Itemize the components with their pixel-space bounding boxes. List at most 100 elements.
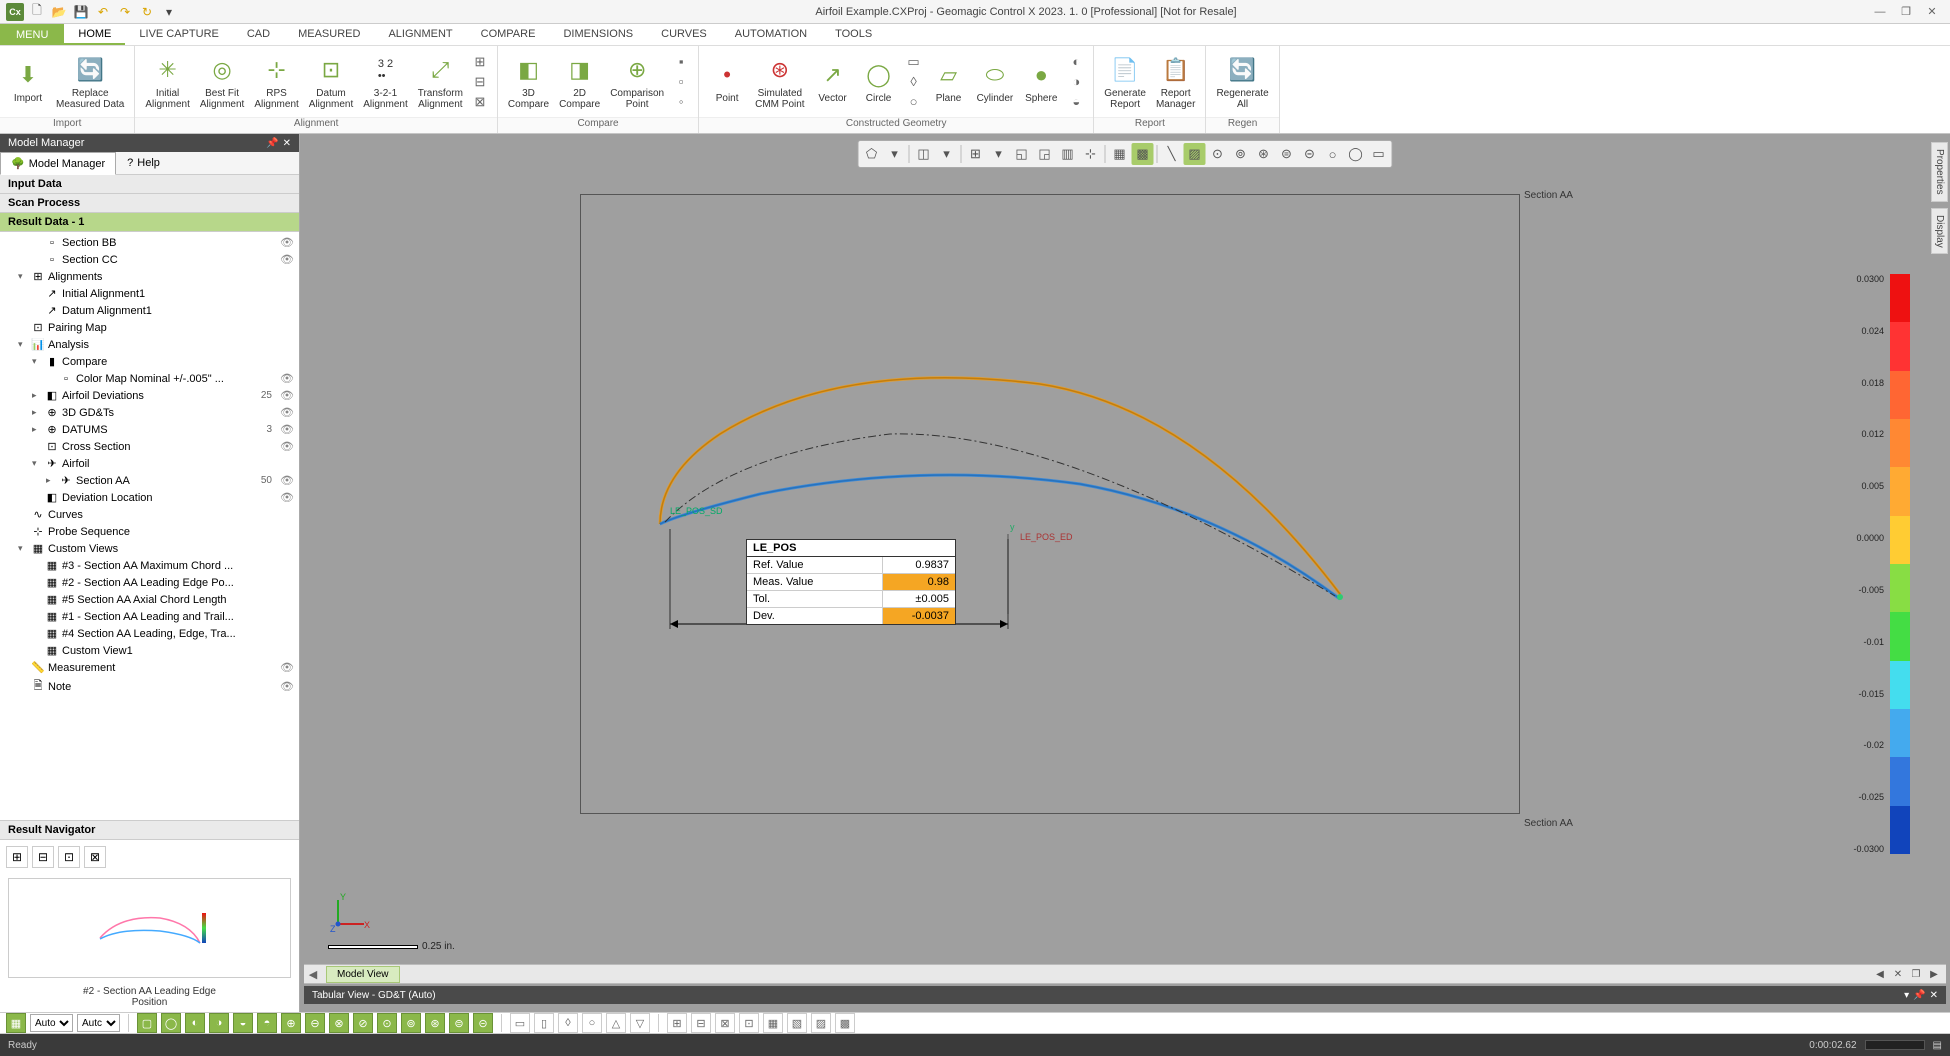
ab-5[interactable]: ◒ [233,1013,253,1033]
ab-8[interactable]: ⊖ [305,1013,325,1033]
initial-alignment-button[interactable]: ✳Initial Alignment [141,52,193,112]
tabular-pin-icon[interactable]: 📌 [1913,990,1925,1001]
tab-curves[interactable]: CURVES [647,24,721,45]
view-tab-prev[interactable]: ◀ [304,968,322,981]
close-button[interactable]: ✕ [1920,2,1944,22]
tab-compare[interactable]: COMPARE [467,24,550,45]
compare-small-2[interactable]: ▫ [672,73,690,91]
ab-15[interactable]: ⊝ [473,1013,493,1033]
status-extra-icon[interactable]: ▤ [1933,1040,1942,1051]
tree-row[interactable]: ▦#4 Section AA Leading, Edge, Tra... [0,625,299,642]
visibility-eye-icon[interactable]: 👁 [279,440,295,453]
point-button[interactable]: •Point [705,57,749,106]
align-small-1[interactable]: ⊞ [471,53,489,71]
compare-small-3[interactable]: ◦ [672,93,690,111]
expand-icon[interactable]: ▸ [32,390,42,401]
result-nav-preview[interactable] [8,878,291,978]
ab-26[interactable]: ▦ [763,1013,783,1033]
tabular-close-icon[interactable]: ✕ [1930,990,1938,1001]
tree-row[interactable]: 🗎Note👁 [0,676,299,697]
vp-box-icon[interactable]: ⊞ [965,143,987,165]
ab-27[interactable]: ▧ [787,1013,807,1033]
replace-measured-data-button[interactable]: 🔄Replace Measured Data [52,52,128,112]
best-fit-alignment-button[interactable]: ◎Best Fit Alignment [196,52,248,112]
accent-select-2[interactable]: Autc [77,1014,120,1032]
circle-button[interactable]: ◯Circle [857,57,901,106]
3d-compare-button[interactable]: ◧3D Compare [504,52,553,112]
import-button[interactable]: ⬇Import [6,57,50,106]
tree-row[interactable]: ∿Curves [0,506,299,523]
plane-button[interactable]: ▱Plane [927,57,971,106]
visibility-eye-icon[interactable]: 👁 [279,389,295,402]
tab-alignment[interactable]: ALIGNMENT [374,24,466,45]
geom-small-6[interactable]: ◒ [1067,93,1085,111]
align-small-3[interactable]: ⊠ [471,93,489,111]
ab-23[interactable]: ⊟ [691,1013,711,1033]
ab-18[interactable]: ◊ [558,1013,578,1033]
ab-22[interactable]: ⊞ [667,1013,687,1033]
tree-row[interactable]: ↗Datum Alignment1 [0,302,299,319]
view-tab-model-view[interactable]: Model View [326,966,400,983]
section-result-data[interactable]: Result Data - 1 [0,213,299,232]
vp-view3-icon[interactable]: ▥ [1057,143,1079,165]
321-alignment-button[interactable]: 3 2••3-2-1 Alignment [359,52,411,112]
viewport[interactable]: ⬠▾ ◫▾ ⊞▾ ◱ ◲ ▥ ⊹ ▦ ▩ ╲ ▨ ⊙ ⊚ ⊛ ⊜ ⊝ ○ ◯ ▭… [300,134,1950,1012]
vp-c5-icon[interactable]: ⊝ [1299,143,1321,165]
tab-dimensions[interactable]: DIMENSIONS [549,24,647,45]
tree-row[interactable]: ▸✈Section AA50👁 [0,472,299,489]
menu-button[interactable]: MENU [0,24,64,45]
generate-report-button[interactable]: 📄Generate Report [1100,52,1150,112]
nav-tool-2[interactable]: ⊟ [32,846,54,868]
comparison-point-button[interactable]: ⊕Comparison Point [606,52,668,112]
vp-view1-icon[interactable]: ◱ [1011,143,1033,165]
vp-dd3[interactable]: ▾ [988,143,1010,165]
accent-mode-button[interactable]: ▦ [6,1013,26,1033]
tab-live-capture[interactable]: LIVE CAPTURE [125,24,232,45]
tab-home[interactable]: HOME [64,24,125,45]
expand-icon[interactable]: ▾ [32,458,42,469]
vp-c4-icon[interactable]: ⊜ [1276,143,1298,165]
vt-max[interactable]: ❐ [1908,966,1924,982]
qat-open-icon[interactable]: 📂 [50,3,68,21]
expand-icon[interactable]: ▸ [32,424,42,435]
tab-tools[interactable]: TOOLS [821,24,886,45]
tree-row[interactable]: ◧Deviation Location👁 [0,489,299,506]
vp-line-icon[interactable]: ╲ [1161,143,1183,165]
expand-icon[interactable]: ▾ [32,356,42,367]
vp-view2-icon[interactable]: ◲ [1034,143,1056,165]
ab-28[interactable]: ▨ [811,1013,831,1033]
tree-row[interactable]: ▦#5 Section AA Axial Chord Length [0,591,299,608]
tab-automation[interactable]: AUTOMATION [721,24,821,45]
ab-10[interactable]: ⊘ [353,1013,373,1033]
vp-c6-icon[interactable]: ○ [1322,143,1344,165]
geom-small-4[interactable]: ◐ [1067,53,1085,71]
ab-2[interactable]: ◯ [161,1013,181,1033]
tree-row[interactable]: ▦#3 - Section AA Maximum Chord ... [0,557,299,574]
geom-small-3[interactable]: ○ [905,93,923,111]
tree-row[interactable]: ▾✈Airfoil [0,455,299,472]
ab-21[interactable]: ▽ [630,1013,650,1033]
cmm-point-button[interactable]: ⊛Simulated CMM Point [751,52,808,112]
expand-icon[interactable]: ▾ [18,543,28,554]
vt-prev2[interactable]: ◀ [1872,966,1888,982]
tree-row[interactable]: ↗Initial Alignment1 [0,285,299,302]
minimize-button[interactable]: — [1868,2,1892,22]
visibility-eye-icon[interactable]: 👁 [279,661,295,674]
vector-button[interactable]: ↗Vector [811,57,855,106]
tree-row[interactable]: ▦#1 - Section AA Leading and Trail... [0,608,299,625]
tree-row[interactable]: ▾▦Custom Views [0,540,299,557]
tree-row[interactable]: ▾⊞Alignments [0,268,299,285]
tree-row[interactable]: ⊡Pairing Map [0,319,299,336]
ab-24[interactable]: ⊠ [715,1013,735,1033]
qat-dropdown-icon[interactable]: ▾ [160,3,178,21]
vp-select-icon[interactable]: ⬠ [861,143,883,165]
ab-11[interactable]: ⊙ [377,1013,397,1033]
qat-save-icon[interactable]: 💾 [72,3,90,21]
vp-cube-icon[interactable]: ◫ [913,143,935,165]
nav-tool-1[interactable]: ⊞ [6,846,28,868]
expand-icon[interactable]: ▸ [32,407,42,418]
ab-17[interactable]: ▯ [534,1013,554,1033]
section-scan-process[interactable]: Scan Process [0,194,299,213]
qat-new-icon[interactable]: 🗋 [28,3,46,21]
ab-4[interactable]: ◑ [209,1013,229,1033]
